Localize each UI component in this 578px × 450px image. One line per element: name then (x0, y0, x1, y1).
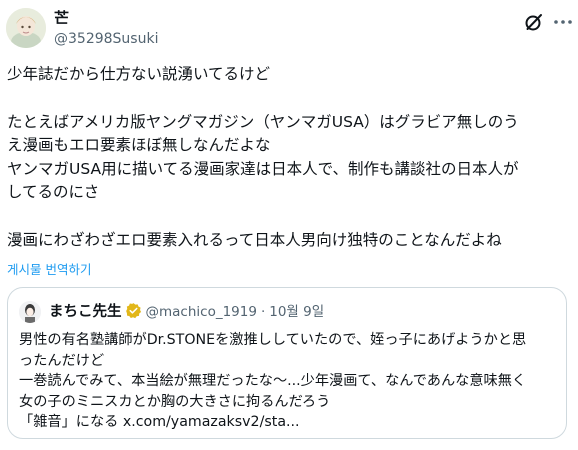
quoted-handle: @machico_1919 (145, 304, 257, 320)
quoted-text: 男性の有名塾講師がDr.STONEを激推ししていたので、姪っ子にあげようかと思 … (19, 330, 559, 433)
author-info: 芒 @35298Susuki (54, 8, 158, 49)
author-handle[interactable]: @35298Susuki (54, 29, 158, 49)
tweet: 芒 @35298Susuki 少年誌だから仕方ない説湧いてるけど たとえばアメリ… (0, 0, 578, 450)
verified-badge-icon (125, 302, 142, 319)
tweet-line: してるのにさ (7, 183, 100, 201)
author-display-name[interactable]: 芒 (54, 8, 158, 28)
author-avatar[interactable] (6, 8, 46, 48)
tweet-line: たとえばアメリカ版ヤングマガジン（ヤンマガUSA）はグラビア無しのう (7, 112, 519, 131)
quoted-line: 一巻読んでみて、本当絵が無理だったな〜...少年漫画て、なんであんな意味無く (19, 373, 527, 389)
quoted-avatar-illustration (19, 301, 41, 323)
quoted-tweet[interactable]: まちこ先生 @machico_1919 · 10월 9일 男性の有名塾講師がDr.ST… (7, 287, 567, 439)
quoted-author-avatar[interactable] (19, 301, 41, 323)
quoted-separator: · (260, 304, 266, 320)
grok-icon[interactable] (523, 11, 545, 33)
quoted-display-name[interactable]: まちこ先生 (49, 304, 122, 320)
translate-post-link[interactable]: 게시물 번역하기 (7, 259, 91, 278)
tweet-line: 少年誌だから仕方ない説湧いてるけど (7, 65, 271, 83)
quoted-line: 女の子のミニスカとか胸の大きさに拘るんだろう (19, 393, 331, 410)
tweet-line: 漫画にわざわざエロ要素入れるって日本人男向け独特のことなんだよね (7, 230, 502, 249)
quoted-header: まちこ先生 @machico_1919 · 10월 9일 (49, 302, 324, 322)
avatar-illustration (6, 8, 46, 48)
quoted-line: 男性の有名塾講師がDr.STONEを激推ししていたので、姪っ子にあげようかと思 (19, 332, 527, 348)
more-icon[interactable] (552, 11, 574, 33)
quoted-date[interactable]: 10월 9일 (269, 304, 324, 320)
quoted-line: ったんだけど (19, 352, 105, 369)
tweet-line: え漫画もエロ要素ほぼ無しなんだよな (7, 136, 271, 154)
quoted-line: 「雑音」になる x.com/yamazaksv2/sta... (19, 414, 300, 430)
tweet-line: ヤンマガUSA用に描いてる漫画家達は日本人で、制作も講談社の日本人が (7, 159, 519, 178)
tweet-text: 少年誌だから仕方ない説湧いてるけど たとえばアメリカ版ヤングマガジン（ヤンマガU… (7, 63, 573, 252)
